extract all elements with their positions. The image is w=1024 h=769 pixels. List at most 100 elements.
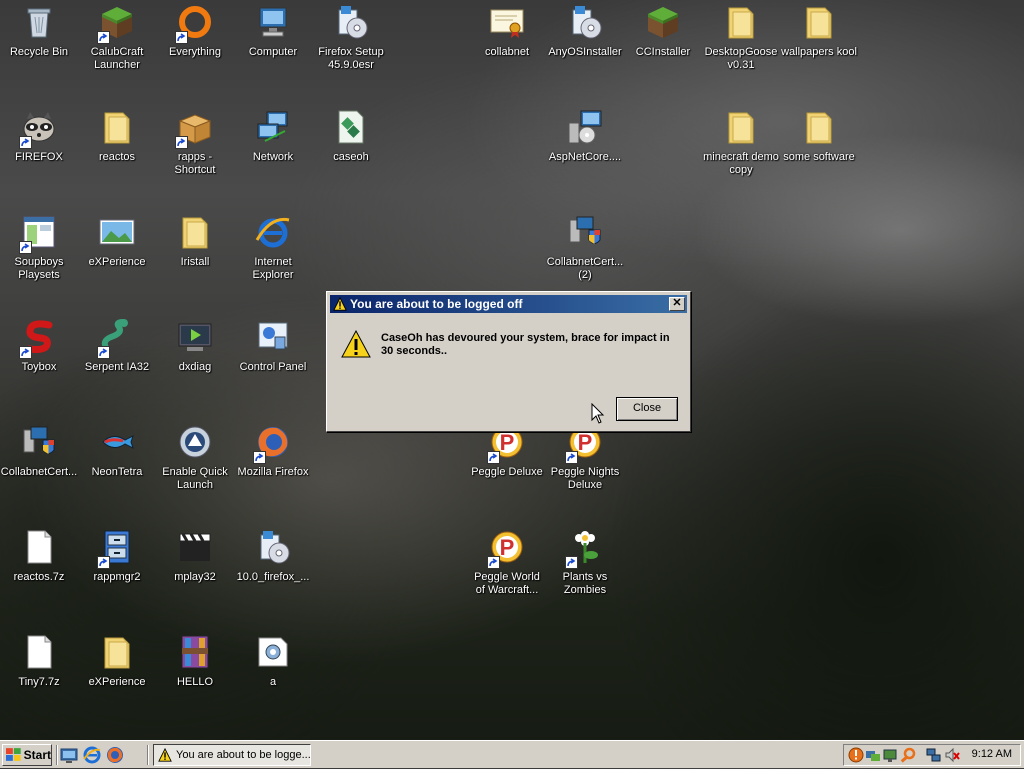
desktop-icon-label: minecraft demo copy bbox=[703, 151, 779, 176]
desktop-icon[interactable]: Recycle Bin bbox=[0, 0, 78, 59]
desktop-icon[interactable]: eXPerience bbox=[78, 630, 156, 689]
desktop-icon[interactable]: CalubCraft Launcher bbox=[78, 0, 156, 72]
dxdiag-icon bbox=[177, 319, 213, 355]
desktop-icon-label: Iristall bbox=[180, 256, 210, 268]
internet-explorer-icon[interactable] bbox=[83, 746, 101, 764]
desktop-icon[interactable]: Network bbox=[234, 105, 312, 164]
network-connection-icon[interactable] bbox=[926, 747, 942, 763]
desktop-icon[interactable]: minecraft demo copy bbox=[702, 105, 780, 177]
desktop-icon[interactable]: a bbox=[234, 630, 312, 689]
desktop-icon[interactable]: Enable Quick Launch bbox=[156, 420, 234, 492]
desktop-icon-label: some software bbox=[783, 151, 855, 163]
desktop-icon[interactable]: Control Panel bbox=[234, 315, 312, 374]
desktop-icon-label: eXPerience bbox=[88, 676, 146, 688]
start-button[interactable]: Start bbox=[2, 744, 52, 766]
desktop-icon[interactable]: rapps - Shortcut bbox=[156, 105, 234, 177]
network-status-icon[interactable] bbox=[865, 747, 881, 763]
shortcut-arrow-icon bbox=[175, 31, 188, 44]
desktop-icon[interactable]: HELLO bbox=[156, 630, 234, 689]
desktop-icon[interactable]: P Peggle World of Warcraft... bbox=[468, 525, 546, 597]
desktop-icon[interactable]: some software bbox=[780, 105, 858, 164]
desktop-icon[interactable]: AnyOSInstaller bbox=[546, 0, 624, 59]
close-button[interactable]: Close bbox=[616, 397, 678, 421]
desktop-icon[interactable]: Plants vs Zombies bbox=[546, 525, 624, 597]
desktop-icon[interactable]: eXPerience bbox=[78, 210, 156, 269]
desktop-icon-label: Computer bbox=[248, 46, 298, 58]
desktop-icon-label: Recycle Bin bbox=[9, 46, 69, 58]
desktop-icon[interactable]: 10.0_firefox_... bbox=[234, 525, 312, 584]
script-file-icon bbox=[333, 109, 369, 145]
desktop-icon-label: CollabnetCert... bbox=[0, 466, 78, 478]
desktop-icon-label: CollabnetCert... (2) bbox=[546, 256, 624, 281]
desktop-icon[interactable]: Mozilla Firefox bbox=[234, 420, 312, 479]
shortcut-arrow-icon bbox=[97, 31, 110, 44]
installer-icon bbox=[333, 4, 369, 40]
desktop-icon[interactable]: mplay32 bbox=[156, 525, 234, 584]
desktop-icon[interactable]: Everything bbox=[156, 0, 234, 59]
desktop-icon[interactable]: DesktopGoose v0.31 bbox=[702, 0, 780, 72]
file-cabinet-icon bbox=[97, 529, 135, 569]
desktop-icon[interactable]: FIREFOX bbox=[0, 105, 78, 164]
folder-icon bbox=[801, 4, 837, 40]
desktop-icon[interactable]: rappmgr2 bbox=[78, 525, 156, 584]
desktop-icon[interactable]: reactos bbox=[78, 105, 156, 164]
desktop-icon-label: AnyOSInstaller bbox=[548, 46, 622, 58]
desktop-icon-label: Control Panel bbox=[239, 361, 307, 373]
desktop-icon[interactable]: CollabnetCert... (2) bbox=[546, 210, 624, 282]
warning-icon bbox=[341, 330, 371, 358]
dialog-message: CaseOh has devoured your system, brace f… bbox=[381, 332, 670, 357]
shortcut-arrow-icon bbox=[97, 346, 110, 359]
svg-text:P: P bbox=[500, 430, 515, 455]
shortcut-arrow-icon bbox=[19, 241, 32, 254]
desktop-icon[interactable]: NeonTetra bbox=[78, 420, 156, 479]
search-magnifier-icon[interactable] bbox=[900, 747, 916, 763]
minecraft-block-icon bbox=[645, 4, 681, 40]
desktop-icon[interactable]: Soupboys Playsets bbox=[0, 210, 78, 282]
desktop-icon[interactable]: caseoh bbox=[312, 105, 390, 164]
desktop-icon-label: Serpent IA32 bbox=[84, 361, 150, 373]
taskbar: Start You are about to be logge... 9:12 … bbox=[0, 740, 1024, 768]
system-tray: 9:12 AM bbox=[843, 744, 1021, 766]
desktop-icon[interactable]: CCInstaller bbox=[624, 0, 702, 59]
desktop-icon[interactable]: Iristall bbox=[156, 210, 234, 269]
dialog-close-x-button[interactable]: ✕ bbox=[669, 297, 685, 311]
shortcut-arrow-icon bbox=[487, 451, 500, 464]
settings-file-icon bbox=[255, 634, 291, 670]
desktop-icon-label: FIREFOX bbox=[15, 151, 63, 163]
desktop-icon-label: mplay32 bbox=[174, 571, 216, 583]
desktop-icon[interactable]: Computer bbox=[234, 0, 312, 59]
desktop-icon-label: caseoh bbox=[333, 151, 369, 163]
dialog-title: You are about to be logged off bbox=[350, 297, 523, 311]
folder-icon bbox=[723, 4, 759, 40]
shortcut-arrow-icon bbox=[19, 136, 32, 149]
desktop-icon[interactable]: collabnet bbox=[468, 0, 546, 59]
desktop-icon[interactable]: Tiny7.7z bbox=[0, 630, 78, 689]
show-desktop-icon[interactable] bbox=[60, 746, 78, 764]
setup-computer-icon bbox=[567, 109, 603, 145]
volume-muted-icon[interactable] bbox=[944, 747, 960, 763]
firefox-icon[interactable] bbox=[106, 746, 124, 764]
shortcut-arrow-icon bbox=[565, 556, 578, 569]
desktop-icon-label: Plants vs Zombies bbox=[562, 571, 608, 596]
desktop-icon[interactable]: AspNetCore.... bbox=[546, 105, 624, 164]
desktop-icon-label: NeonTetra bbox=[91, 466, 143, 478]
desktop-icon[interactable]: wallpapers kool bbox=[780, 0, 858, 59]
taskbar-window-button[interactable]: You are about to be logge... bbox=[153, 744, 311, 766]
desktop-icon[interactable]: Firefox Setup 45.9.0esr bbox=[312, 0, 390, 72]
security-alert-icon[interactable] bbox=[848, 747, 864, 763]
dialog-titlebar[interactable]: You are about to be logged off ✕ bbox=[330, 295, 687, 313]
desktop-icon[interactable]: Internet Explorer bbox=[234, 210, 312, 282]
desktop-icon-label: rappmgr2 bbox=[93, 571, 141, 583]
desktop-icon-label: rapps - Shortcut bbox=[174, 151, 216, 176]
clock[interactable]: 9:12 AM bbox=[972, 748, 1012, 760]
desktop-icon[interactable]: Serpent IA32 bbox=[78, 315, 156, 374]
windows-logo-icon bbox=[6, 748, 21, 761]
desktop-icon-label: a bbox=[269, 676, 277, 688]
desktop-icon[interactable]: Toybox bbox=[0, 315, 78, 374]
desktop-icon[interactable]: reactos.7z bbox=[0, 525, 78, 584]
desktop-icon[interactable]: dxdiag bbox=[156, 315, 234, 374]
desktop-icon[interactable]: CollabnetCert... bbox=[0, 420, 78, 479]
shortcut-arrow-icon bbox=[97, 556, 110, 569]
monitor-icon[interactable] bbox=[882, 747, 898, 763]
svg-text:P: P bbox=[578, 430, 593, 455]
